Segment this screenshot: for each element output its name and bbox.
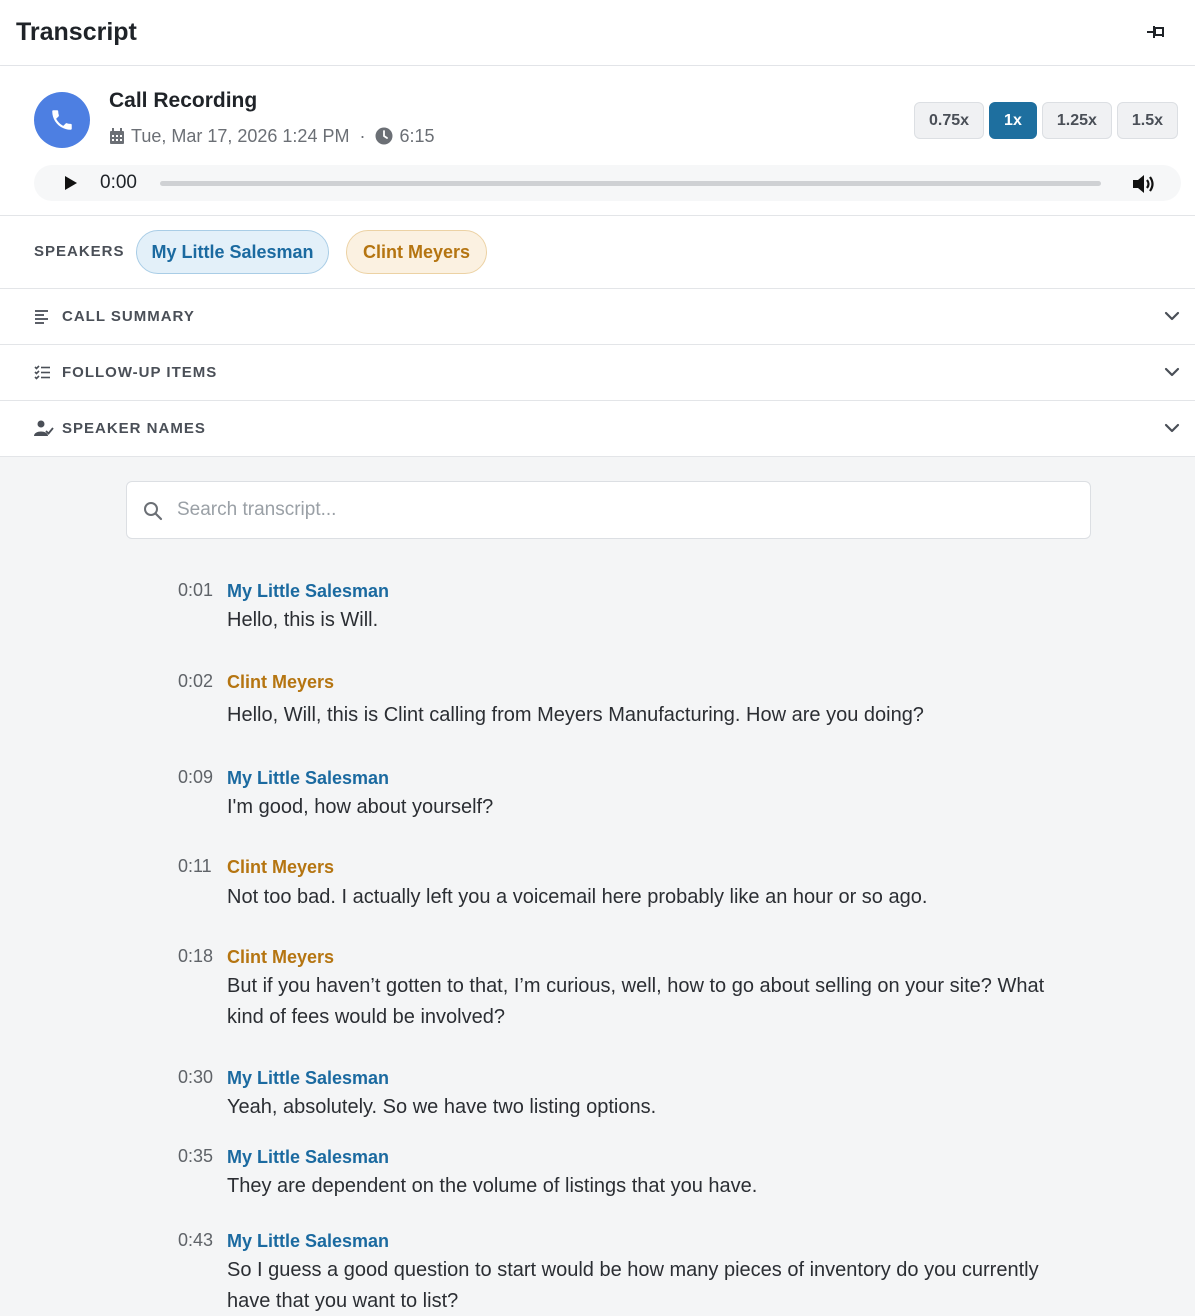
entry-timestamp[interactable]: 0:35 [178, 1146, 213, 1167]
audio-player: 0:00 [34, 165, 1181, 201]
lines-icon [35, 310, 48, 324]
entry-timestamp[interactable]: 0:09 [178, 767, 213, 788]
entry-text: I'm good, how about yourself? [227, 796, 494, 818]
entry-timestamp[interactable]: 0:01 [178, 580, 213, 601]
volume-icon[interactable] [1132, 173, 1156, 195]
section-label: SPEAKER NAMES [62, 420, 206, 437]
clock-icon [375, 127, 393, 145]
entry-timestamp[interactable]: 0:43 [178, 1230, 213, 1251]
entry-text: Hello, this is Will. [227, 609, 379, 631]
entry-text: So I guess a good question to start woul… [227, 1259, 1039, 1312]
title-bar: Transcript [0, 0, 1195, 66]
search-icon [144, 502, 163, 521]
user-check-icon [34, 420, 54, 436]
speaker-chip-clint-meyers[interactable]: Clint Meyers [346, 230, 487, 274]
entry-text: Hello, Will, this is Clint calling from … [227, 704, 924, 726]
recording-panel: Call Recording Tue, Mar 17, 2026 1:24 PM… [0, 66, 1195, 216]
progress-track[interactable] [160, 181, 1101, 186]
entry-timestamp[interactable]: 0:30 [178, 1067, 213, 1088]
speed-button-1-5x[interactable]: 1.5x [1116, 102, 1179, 139]
play-icon[interactable] [64, 175, 78, 191]
meta-separator: · [359, 125, 366, 146]
section-label: CALL SUMMARY [62, 308, 195, 325]
speed-button-0-75x[interactable]: 0.75x [914, 102, 985, 139]
entry-speaker: Clint Meyers [227, 857, 335, 877]
entry-speaker: Clint Meyers [227, 947, 335, 967]
current-time: 0:00 [100, 172, 137, 193]
chevron-down-icon[interactable] [1164, 367, 1180, 377]
section-label: FOLLOW-UP ITEMS [62, 364, 218, 381]
playback-speed-group: 0.75x 1x 1.25x 1.5x [914, 102, 1179, 139]
speakers-bar: SPEAKERS My Little Salesman Clint Meyers [0, 216, 1195, 289]
pin-icon[interactable] [1144, 22, 1168, 42]
search-input[interactable] [177, 494, 1057, 526]
speed-button-1x[interactable]: 1x [989, 102, 1037, 139]
entry-text: But if you haven’t gotten to that, I’m c… [227, 975, 1045, 1028]
entry-speaker: My Little Salesman [227, 581, 390, 601]
entry-speaker: Clint Meyers [227, 672, 335, 692]
recording-date: Tue, Mar 17, 2026 1:24 PM [131, 125, 350, 146]
speaker-chip-my-little-salesman[interactable]: My Little Salesman [136, 230, 329, 274]
recording-title: Call Recording [109, 89, 258, 112]
section-call-summary[interactable]: CALL SUMMARY [0, 289, 1195, 345]
speed-button-1-25x[interactable]: 1.25x [1041, 102, 1112, 139]
page-title: Transcript [16, 18, 137, 46]
section-follow-up-items[interactable]: FOLLOW-UP ITEMS [0, 345, 1195, 401]
entry-text: Yeah, absolutely. So we have two listing… [227, 1096, 657, 1118]
call-avatar [34, 92, 90, 148]
calendar-icon [110, 127, 124, 144]
entry-timestamp[interactable]: 0:18 [178, 946, 213, 967]
chevron-down-icon[interactable] [1164, 311, 1180, 321]
entry-speaker: My Little Salesman [227, 768, 390, 788]
entry-speaker: My Little Salesman [227, 1231, 390, 1251]
entry-text: They are dependent on the volume of list… [227, 1175, 758, 1197]
search-box [126, 481, 1091, 539]
recording-meta: Tue, Mar 17, 2026 1:24 PM · 6:15 [109, 125, 435, 147]
section-speaker-names[interactable]: SPEAKER NAMES [0, 401, 1195, 457]
phone-icon [52, 110, 72, 130]
checklist-icon [34, 365, 50, 380]
entry-timestamp[interactable]: 0:02 [178, 671, 213, 692]
chevron-down-icon[interactable] [1164, 423, 1180, 433]
entry-speaker: My Little Salesman [227, 1147, 390, 1167]
speakers-label: SPEAKERS [34, 243, 125, 260]
entry-text: Not too bad. I actually left you a voice… [227, 886, 928, 908]
entry-timestamp[interactable]: 0:11 [178, 856, 212, 877]
recording-duration: 6:15 [399, 125, 435, 146]
entry-speaker: My Little Salesman [227, 1068, 390, 1088]
